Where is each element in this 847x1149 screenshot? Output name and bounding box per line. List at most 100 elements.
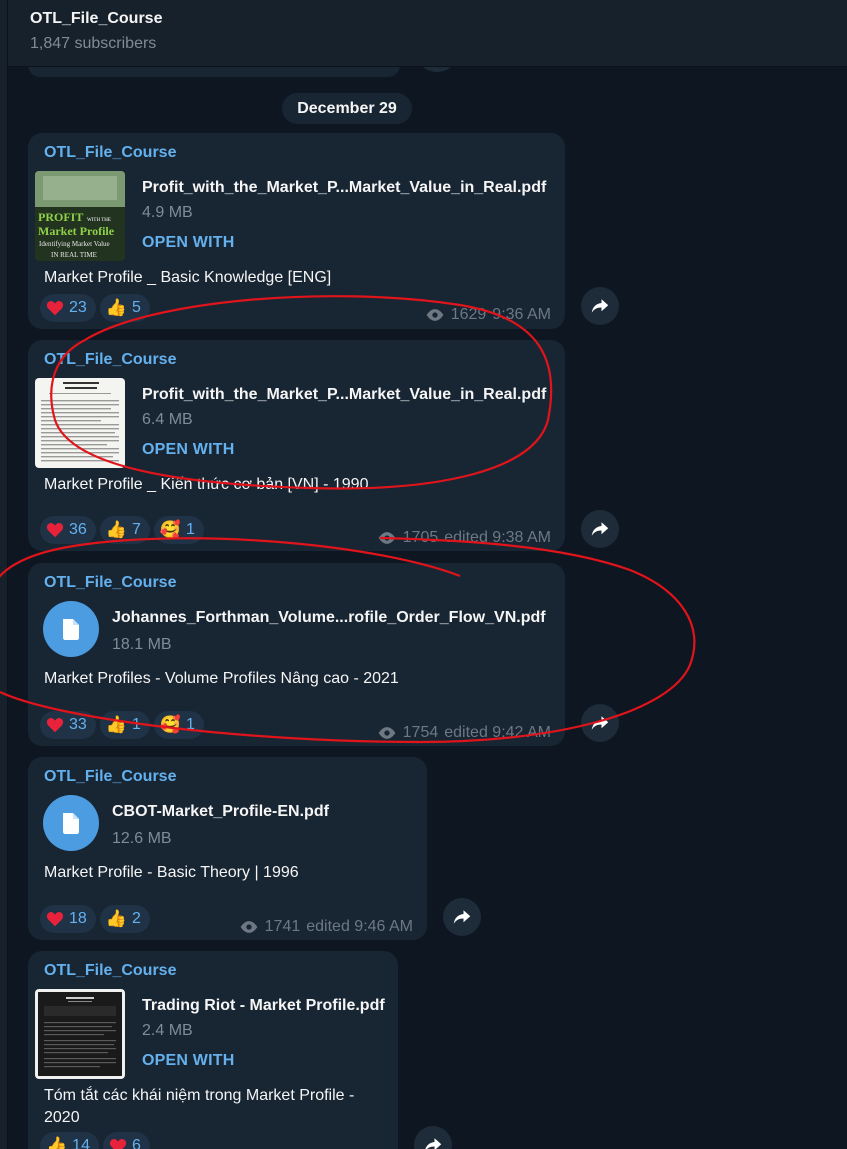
caption-line: Tóm tắt các khái niệm trong Market Profi… <box>44 1087 355 1104</box>
heart-icon <box>46 912 64 927</box>
heart-icon <box>46 523 64 538</box>
reaction-smiling-hearts[interactable]: 🥰 1 <box>153 711 204 739</box>
file-size: 18.1 MB <box>112 636 172 653</box>
message-meta: 1741 edited 9:46 AM <box>239 918 413 936</box>
share-button[interactable] <box>581 510 619 548</box>
share-button[interactable] <box>581 287 619 325</box>
message-bubble[interactable]: OTL_File_Course Profit_with_the_Market_P… <box>28 340 565 551</box>
reaction-thumbs-up[interactable]: 👍 5 <box>99 294 150 322</box>
share-icon <box>591 299 609 313</box>
thumb-text-profit: PROFIT <box>38 210 83 224</box>
subscriber-count: 1,847 subscribers <box>30 35 157 52</box>
message-meta: 1754 edited 9:42 AM <box>377 724 551 742</box>
message-author[interactable]: OTL_File_Course <box>44 574 176 592</box>
share-button[interactable] <box>414 1126 452 1149</box>
reactions-row: 23 👍 5 <box>40 294 150 322</box>
file-name[interactable]: Profit_with_the_Market_P...Market_Value_… <box>142 386 546 404</box>
file-name[interactable]: Profit_with_the_Market_P...Market_Value_… <box>142 179 546 197</box>
message-caption: Tóm tắt các khái niệm trong Market Profi… <box>44 1085 354 1129</box>
message-author[interactable]: OTL_File_Course <box>44 144 176 162</box>
document-icon <box>63 813 79 834</box>
reactions-row: 18 👍 2 <box>40 905 150 933</box>
message-bubble[interactable]: OTL_File_Course PROFIT WITH THE Market P… <box>28 133 565 329</box>
reaction-thumbs-up[interactable]: 👍 14 <box>40 1132 99 1149</box>
file-download-button[interactable] <box>43 795 99 851</box>
message-author[interactable]: OTL_File_Course <box>44 768 176 786</box>
reactions-row: 36 👍 7 🥰 1 <box>40 516 204 544</box>
message-time: edited 9:42 AM <box>444 724 551 741</box>
heart-icon <box>46 718 64 733</box>
document-icon <box>63 619 79 640</box>
message-time: 9:36 AM <box>492 306 551 323</box>
thumb-text-identifying: Identifying Market Value <box>39 240 110 248</box>
message-caption: Market Profiles - Volume Profiles Nâng c… <box>44 670 399 687</box>
share-button[interactable] <box>581 704 619 742</box>
reaction-count: 5 <box>131 299 141 316</box>
thumbs-up-icon: 👍 <box>105 298 127 317</box>
reaction-heart[interactable]: 33 <box>40 711 96 739</box>
open-with-button[interactable]: OPEN WITH <box>142 234 234 252</box>
message-caption: Market Profile _ Basic Knowledge [ENG] <box>44 269 332 286</box>
reaction-smiling-hearts[interactable]: 🥰 1 <box>153 516 204 544</box>
reaction-count: 33 <box>69 716 87 733</box>
left-panel-edge <box>0 0 8 1149</box>
eye-icon <box>378 727 395 739</box>
reaction-count: 7 <box>131 521 141 538</box>
share-icon <box>591 522 609 536</box>
file-download-button[interactable] <box>43 601 99 657</box>
reactions-row: 👍 14 6 <box>40 1132 150 1149</box>
view-count: 1705 <box>402 529 439 546</box>
reaction-heart[interactable]: 36 <box>40 516 96 544</box>
heart-icon <box>46 301 64 316</box>
reaction-count: 2 <box>131 910 141 927</box>
file-name[interactable]: CBOT-Market_Profile-EN.pdf <box>112 803 329 821</box>
message-author[interactable]: OTL_File_Course <box>44 962 176 980</box>
message-bubble[interactable]: OTL_File_Course Trading Riot - Market Pr… <box>28 951 398 1149</box>
message-caption: Market Profile _ Kiến thức cơ bản [VN] -… <box>44 476 369 493</box>
reaction-thumbs-up[interactable]: 👍 1 <box>99 711 150 739</box>
view-count: 1754 <box>402 724 439 741</box>
channel-header[interactable]: OTL_File_Course 1,847 subscribers <box>8 0 847 67</box>
eye-icon <box>240 921 257 933</box>
thumb-text-market-profile: Market Profile <box>38 224 115 238</box>
thumb-text-realtime: IN REAL TIME <box>51 251 97 259</box>
message-author[interactable]: OTL_File_Course <box>44 351 176 369</box>
document-thumbnail[interactable]: PROFIT WITH THE Market Profile Identifyi… <box>35 171 125 261</box>
share-icon <box>425 1138 442 1149</box>
reaction-thumbs-up[interactable]: 👍 2 <box>99 905 150 933</box>
thumbs-up-icon: 👍 <box>46 1136 68 1149</box>
thumbs-up-icon: 👍 <box>105 715 127 734</box>
document-thumbnail[interactable] <box>35 378 125 468</box>
reaction-heart[interactable]: 18 <box>40 905 96 933</box>
reaction-count: 1 <box>186 521 195 538</box>
open-with-button[interactable]: OPEN WITH <box>142 1052 234 1070</box>
channel-title[interactable]: OTL_File_Course <box>30 10 847 28</box>
view-count: 1741 <box>264 918 301 935</box>
reaction-heart[interactable]: 23 <box>40 294 96 322</box>
smiling-face-hearts-icon: 🥰 <box>159 715 182 734</box>
message-meta: 1629 9:36 AM <box>425 306 551 324</box>
open-with-button[interactable]: OPEN WITH <box>142 441 234 459</box>
reaction-thumbs-up[interactable]: 👍 7 <box>99 516 150 544</box>
file-size: 12.6 MB <box>112 830 172 847</box>
reaction-count: 18 <box>69 910 87 927</box>
caption-line: 2020 <box>44 1109 80 1126</box>
smiling-face-hearts-icon: 🥰 <box>159 520 182 539</box>
reaction-count: 6 <box>131 1137 141 1149</box>
share-button[interactable] <box>443 898 481 936</box>
reaction-count: 1 <box>186 716 195 733</box>
message-bubble[interactable]: OTL_File_Course CBOT-Market_Profile-EN.p… <box>28 757 427 940</box>
message-meta: 1705 edited 9:38 AM <box>377 529 551 547</box>
eye-icon <box>426 309 444 321</box>
reaction-count: 1 <box>131 716 141 733</box>
file-name[interactable]: Trading Riot - Market Profile.pdf <box>142 997 385 1015</box>
document-thumbnail[interactable] <box>35 989 125 1079</box>
file-size: 2.4 MB <box>142 1022 193 1039</box>
thumbs-up-icon: 👍 <box>105 520 127 539</box>
file-name[interactable]: Johannes_Forthman_Volume...rofile_Order_… <box>112 609 546 627</box>
reaction-heart[interactable]: 6 <box>102 1132 150 1149</box>
thumb-text-withthe: WITH THE <box>87 218 111 223</box>
reaction-count: 23 <box>69 299 87 316</box>
message-bubble[interactable]: OTL_File_Course Johannes_Forthman_Volume… <box>28 563 565 746</box>
reaction-count: 36 <box>69 521 87 538</box>
